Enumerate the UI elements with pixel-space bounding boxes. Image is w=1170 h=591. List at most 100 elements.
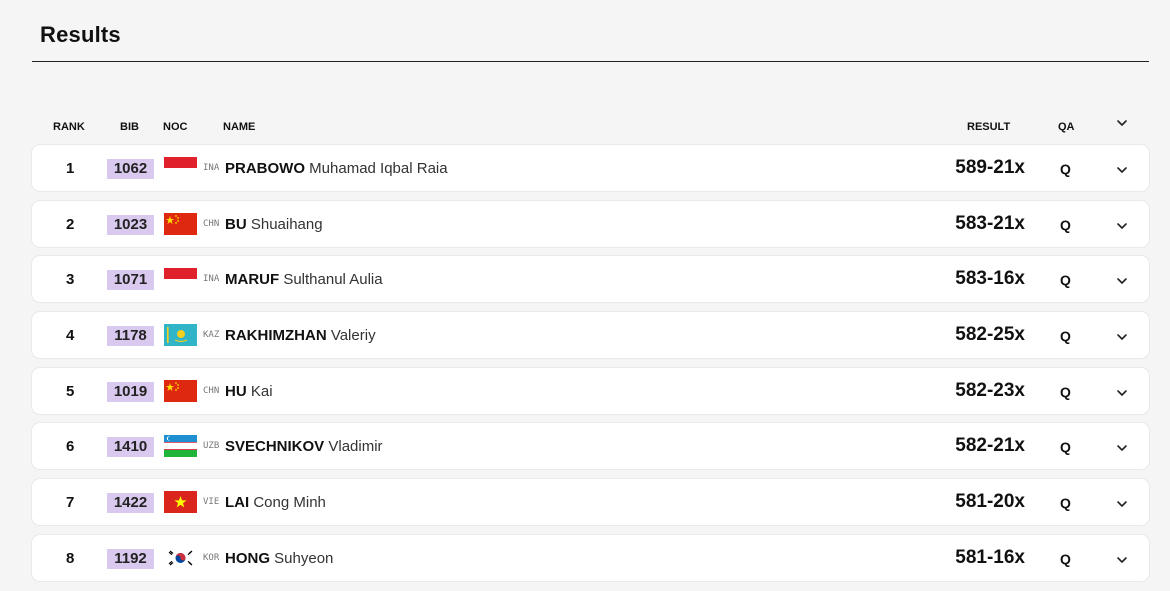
qualification-mark: Q: [1060, 439, 1071, 456]
rank-cell: 6: [66, 438, 75, 456]
bib-badge: 1019: [107, 381, 154, 402]
noc-code: INA: [203, 163, 220, 173]
bib-badge: 1023: [107, 214, 154, 235]
result-score: 583-21x: [955, 212, 1025, 234]
table-row[interactable]: 7 1422 VIE LAI Cong Minh 581-20x Q: [32, 479, 1149, 526]
expand-chevron-icon[interactable]: [1116, 218, 1128, 229]
result-score: 582-21x: [955, 435, 1025, 457]
table-row[interactable]: 3 1071 INA MARUF Sulthanul Aulia 583-16x…: [32, 256, 1149, 303]
athlete-name[interactable]: SVECHNIKOV Vladimir: [225, 438, 383, 455]
rank-cell: 8: [66, 549, 75, 567]
result-score: 589-21x: [955, 157, 1025, 178]
rank-cell: 2: [66, 215, 75, 233]
results-page: Results RANK BIB NOC NAME RESULT QA 1 10…: [0, 0, 1170, 590]
last-name: BU: [225, 215, 247, 233]
header-name: NAME: [223, 121, 256, 133]
qualification-mark: Q: [1060, 328, 1071, 345]
last-name: RAKHIMZHAN: [225, 327, 327, 345]
athlete-name[interactable]: HU Kai: [225, 383, 273, 400]
header-bib: BIB: [120, 121, 139, 133]
first-name: Kai: [250, 382, 273, 400]
results-list: 1 1062 INA PRABOWO Muhamad Iqbal Raia 58…: [32, 145, 1149, 591]
bib-badge: 1410: [107, 437, 154, 458]
header-rank: RANK: [53, 121, 85, 133]
header-result: RESULT: [967, 121, 1011, 133]
table-header: RANK BIB NOC NAME RESULT QA: [32, 116, 1149, 138]
bib-badge: 1192: [107, 548, 154, 569]
china-flag-icon: [164, 212, 197, 235]
noc-code: KOR: [203, 552, 220, 563]
qualification-mark: Q: [1060, 495, 1071, 512]
bib-badge: 1422: [107, 493, 154, 514]
result-score: 582-23x: [955, 379, 1025, 401]
athlete-name[interactable]: BU Shuaihang: [225, 216, 323, 233]
expand-chevron-icon[interactable]: [1116, 329, 1128, 340]
header-noc: NOC: [163, 121, 188, 133]
qualification-mark: Q: [1060, 161, 1071, 177]
result-score: 582-25x: [955, 324, 1025, 346]
kazakhstan-flag-icon: [164, 324, 197, 347]
last-name: SVECHNIKOV: [225, 438, 325, 456]
page-title: Results: [40, 22, 121, 47]
noc-code: UZB: [203, 441, 220, 452]
table-row[interactable]: 4 1178 KAZ RAKHIMZHAN Valeriy 582-25x Q: [32, 312, 1149, 359]
indonesia-flag-icon: [164, 268, 197, 291]
rank-cell: 4: [66, 327, 75, 345]
noc-code: CHN: [203, 385, 220, 396]
uzbekistan-flag-icon: [164, 435, 197, 458]
china-flag-icon: [164, 379, 197, 402]
rank-cell: 7: [66, 494, 75, 512]
last-name: PRABOWO: [225, 160, 305, 177]
indonesia-flag-icon: [164, 157, 197, 179]
first-name: Vladimir: [328, 438, 383, 456]
athlete-name[interactable]: PRABOWO Muhamad Iqbal Raia: [225, 160, 448, 177]
title-divider: [32, 61, 1149, 62]
table-row[interactable]: 5 1019 CHN HU Kai 582-23x Q: [32, 367, 1149, 414]
qualification-mark: Q: [1060, 216, 1071, 233]
expand-chevron-icon[interactable]: [1116, 552, 1128, 563]
athlete-name[interactable]: LAI Cong Minh: [225, 494, 326, 511]
first-name: Shuaihang: [250, 215, 323, 233]
bib-badge: 1071: [107, 270, 154, 291]
expand-chevron-icon[interactable]: [1116, 273, 1128, 285]
table-row[interactable]: 2 1023 CHN BU Shuaihang 583-21x Q: [32, 200, 1149, 247]
athlete-name[interactable]: HONG Suhyeon: [225, 550, 333, 567]
last-name: HONG: [225, 549, 270, 567]
expand-all-chevron-icon[interactable]: [1116, 118, 1128, 131]
result-score: 581-16x: [955, 546, 1025, 568]
qualification-mark: Q: [1060, 383, 1071, 400]
expand-chevron-icon[interactable]: [1116, 385, 1128, 396]
first-name: Suhyeon: [274, 549, 334, 567]
result-score: 583-16x: [955, 268, 1025, 290]
table-row[interactable]: 1 1062 INA PRABOWO Muhamad Iqbal Raia 58…: [32, 145, 1149, 191]
rank-cell: 3: [66, 271, 75, 289]
athlete-name[interactable]: RAKHIMZHAN Valeriy: [225, 327, 376, 344]
noc-code: INA: [203, 274, 220, 285]
vietnam-flag-icon: [164, 491, 197, 514]
first-name: Cong Minh: [253, 494, 326, 512]
korea-flag-icon: [164, 546, 197, 569]
rank-cell: 1: [66, 160, 75, 177]
qualification-mark: Q: [1060, 272, 1071, 289]
rank-cell: 5: [66, 382, 75, 400]
last-name: MARUF: [225, 271, 280, 289]
expand-chevron-icon[interactable]: [1116, 440, 1128, 452]
first-name: Valeriy: [330, 327, 376, 345]
noc-code: KAZ: [203, 330, 220, 341]
result-score: 581-20x: [955, 491, 1025, 513]
last-name: LAI: [225, 494, 250, 512]
noc-code: VIE: [203, 497, 220, 508]
bib-badge: 1178: [107, 326, 154, 347]
athlete-name[interactable]: MARUF Sulthanul Aulia: [225, 271, 383, 288]
first-name: Muhamad Iqbal Raia: [309, 160, 448, 177]
first-name: Sulthanul Aulia: [283, 271, 383, 289]
qualification-mark: Q: [1060, 550, 1071, 567]
table-row[interactable]: 8 1192 KOR HONG Suhyeon 581-16x Q: [32, 534, 1149, 581]
last-name: HU: [225, 382, 247, 400]
bib-badge: 1062: [107, 159, 154, 179]
noc-code: CHN: [203, 218, 220, 229]
expand-chevron-icon[interactable]: [1116, 496, 1128, 507]
header-qa: QA: [1058, 121, 1075, 133]
table-row[interactable]: 6 1410 UZB SVECHNIKOV Vladimir 582-21x Q: [32, 423, 1149, 470]
expand-chevron-icon[interactable]: [1116, 162, 1128, 173]
